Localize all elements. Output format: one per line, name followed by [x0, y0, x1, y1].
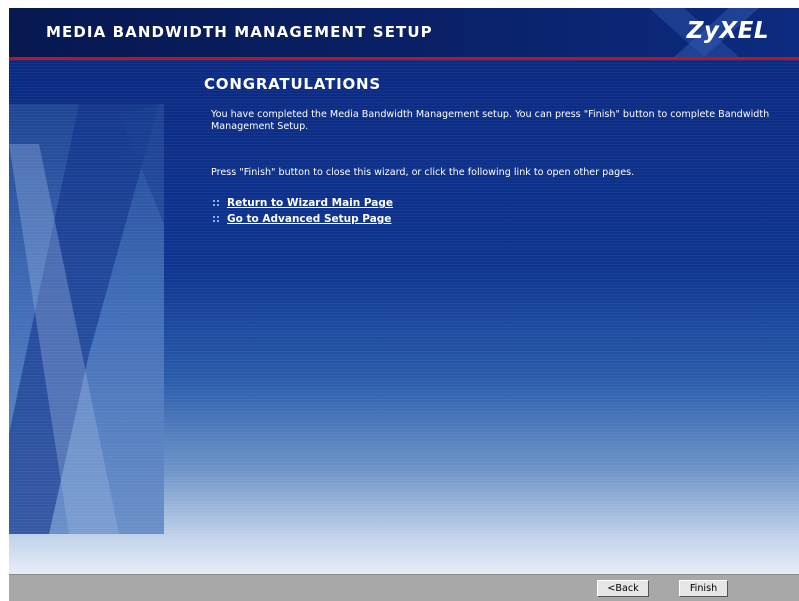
document-caption-strip [0, 0, 799, 8]
wizard-window: MEDIA BANDWIDTH MANAGEMENT SETUP ZyXEL C… [9, 8, 799, 601]
bullet-icon [213, 215, 219, 223]
wizard-content: CONGRATULATIONS You have completed the M… [9, 60, 799, 574]
wizard-header: MEDIA BANDWIDTH MANAGEMENT SETUP ZyXEL [9, 8, 799, 57]
finish-button[interactable]: Finish [679, 580, 728, 597]
wizard-footer: <Back Finish [9, 574, 799, 601]
wizard-title: MEDIA BANDWIDTH MANAGEMENT SETUP [46, 23, 433, 41]
back-button[interactable]: <Back [597, 580, 649, 597]
page-heading: CONGRATULATIONS [204, 75, 381, 93]
link-row-wizard-main: Return to Wizard Main Page [213, 196, 393, 210]
zyxel-logo: ZyXEL [686, 18, 769, 44]
link-row-advanced-setup: Go to Advanced Setup Page [213, 212, 391, 226]
go-to-advanced-setup-link[interactable]: Go to Advanced Setup Page [227, 213, 391, 225]
bullet-icon [213, 199, 219, 207]
instruction-message: Press "Finish" button to close this wiza… [211, 167, 635, 178]
completion-message: You have completed the Media Bandwidth M… [211, 109, 770, 132]
return-to-wizard-main-link[interactable]: Return to Wizard Main Page [227, 197, 393, 209]
scanline-texture [9, 60, 799, 574]
